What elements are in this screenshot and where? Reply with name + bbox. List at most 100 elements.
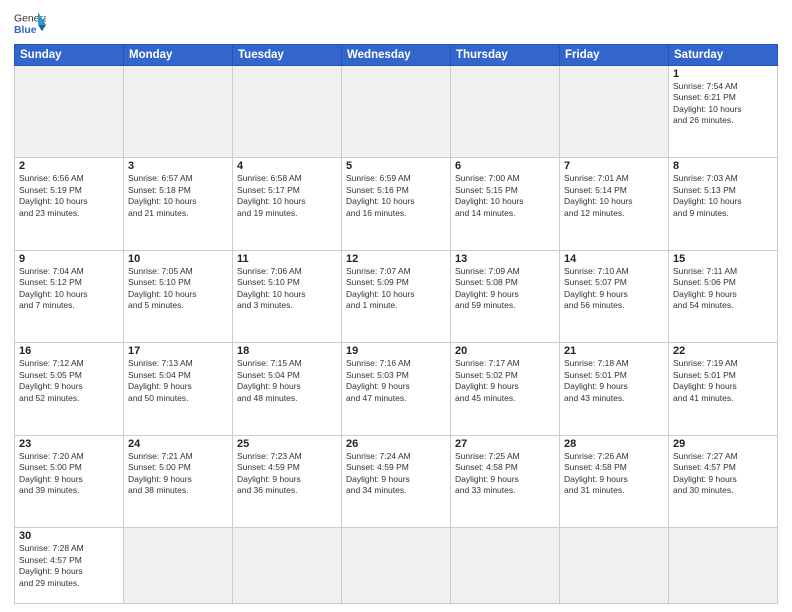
day-number: 27 bbox=[455, 438, 555, 450]
calendar-week-row: 9Sunrise: 7:04 AM Sunset: 5:12 PM Daylig… bbox=[15, 250, 778, 342]
day-number: 12 bbox=[346, 253, 446, 265]
calendar-day-cell bbox=[451, 66, 560, 158]
day-info: Sunrise: 6:57 AM Sunset: 5:18 PM Dayligh… bbox=[128, 173, 228, 219]
weekday-header-wednesday: Wednesday bbox=[342, 45, 451, 66]
day-info: Sunrise: 6:59 AM Sunset: 5:16 PM Dayligh… bbox=[346, 173, 446, 219]
calendar-day-cell: 26Sunrise: 7:24 AM Sunset: 4:59 PM Dayli… bbox=[342, 435, 451, 527]
day-info: Sunrise: 7:19 AM Sunset: 5:01 PM Dayligh… bbox=[673, 358, 773, 404]
day-number: 14 bbox=[564, 253, 664, 265]
day-number: 1 bbox=[673, 68, 773, 80]
calendar-day-cell bbox=[124, 528, 233, 604]
day-number: 17 bbox=[128, 345, 228, 357]
day-info: Sunrise: 7:16 AM Sunset: 5:03 PM Dayligh… bbox=[346, 358, 446, 404]
calendar-day-cell: 8Sunrise: 7:03 AM Sunset: 5:13 PM Daylig… bbox=[669, 158, 778, 250]
day-number: 21 bbox=[564, 345, 664, 357]
day-number: 2 bbox=[19, 160, 119, 172]
calendar-day-cell: 10Sunrise: 7:05 AM Sunset: 5:10 PM Dayli… bbox=[124, 250, 233, 342]
calendar-day-cell: 17Sunrise: 7:13 AM Sunset: 5:04 PM Dayli… bbox=[124, 343, 233, 435]
weekday-header-row: SundayMondayTuesdayWednesdayThursdayFrid… bbox=[15, 45, 778, 66]
generalblue-logo-icon: General Blue bbox=[14, 10, 46, 38]
weekday-header-sunday: Sunday bbox=[15, 45, 124, 66]
calendar-day-cell: 19Sunrise: 7:16 AM Sunset: 5:03 PM Dayli… bbox=[342, 343, 451, 435]
calendar-day-cell: 30Sunrise: 7:28 AM Sunset: 4:57 PM Dayli… bbox=[15, 528, 124, 604]
day-info: Sunrise: 7:26 AM Sunset: 4:58 PM Dayligh… bbox=[564, 451, 664, 497]
calendar-day-cell: 22Sunrise: 7:19 AM Sunset: 5:01 PM Dayli… bbox=[669, 343, 778, 435]
calendar-day-cell: 2Sunrise: 6:56 AM Sunset: 5:19 PM Daylig… bbox=[15, 158, 124, 250]
day-number: 3 bbox=[128, 160, 228, 172]
page: General Blue SundayMondayTuesdayWednesda… bbox=[0, 0, 792, 612]
calendar-day-cell: 23Sunrise: 7:20 AM Sunset: 5:00 PM Dayli… bbox=[15, 435, 124, 527]
calendar-day-cell bbox=[124, 66, 233, 158]
calendar-week-row: 2Sunrise: 6:56 AM Sunset: 5:19 PM Daylig… bbox=[15, 158, 778, 250]
calendar-day-cell: 28Sunrise: 7:26 AM Sunset: 4:58 PM Dayli… bbox=[560, 435, 669, 527]
calendar-day-cell bbox=[15, 66, 124, 158]
calendar-week-row: 23Sunrise: 7:20 AM Sunset: 5:00 PM Dayli… bbox=[15, 435, 778, 527]
calendar-day-cell: 15Sunrise: 7:11 AM Sunset: 5:06 PM Dayli… bbox=[669, 250, 778, 342]
day-info: Sunrise: 7:25 AM Sunset: 4:58 PM Dayligh… bbox=[455, 451, 555, 497]
day-number: 20 bbox=[455, 345, 555, 357]
day-info: Sunrise: 7:17 AM Sunset: 5:02 PM Dayligh… bbox=[455, 358, 555, 404]
calendar-day-cell: 6Sunrise: 7:00 AM Sunset: 5:15 PM Daylig… bbox=[451, 158, 560, 250]
day-number: 4 bbox=[237, 160, 337, 172]
calendar-day-cell: 24Sunrise: 7:21 AM Sunset: 5:00 PM Dayli… bbox=[124, 435, 233, 527]
calendar-day-cell bbox=[560, 66, 669, 158]
day-info: Sunrise: 7:00 AM Sunset: 5:15 PM Dayligh… bbox=[455, 173, 555, 219]
calendar-day-cell: 7Sunrise: 7:01 AM Sunset: 5:14 PM Daylig… bbox=[560, 158, 669, 250]
day-number: 29 bbox=[673, 438, 773, 450]
day-number: 30 bbox=[19, 530, 119, 542]
calendar-day-cell bbox=[233, 528, 342, 604]
day-info: Sunrise: 7:13 AM Sunset: 5:04 PM Dayligh… bbox=[128, 358, 228, 404]
day-number: 26 bbox=[346, 438, 446, 450]
day-number: 7 bbox=[564, 160, 664, 172]
calendar-day-cell: 29Sunrise: 7:27 AM Sunset: 4:57 PM Dayli… bbox=[669, 435, 778, 527]
day-number: 24 bbox=[128, 438, 228, 450]
day-number: 9 bbox=[19, 253, 119, 265]
weekday-header-thursday: Thursday bbox=[451, 45, 560, 66]
logo-area: General Blue bbox=[14, 10, 46, 38]
day-info: Sunrise: 7:21 AM Sunset: 5:00 PM Dayligh… bbox=[128, 451, 228, 497]
calendar-day-cell: 11Sunrise: 7:06 AM Sunset: 5:10 PM Dayli… bbox=[233, 250, 342, 342]
calendar-day-cell bbox=[342, 66, 451, 158]
day-number: 18 bbox=[237, 345, 337, 357]
calendar-day-cell bbox=[342, 528, 451, 604]
calendar-day-cell: 18Sunrise: 7:15 AM Sunset: 5:04 PM Dayli… bbox=[233, 343, 342, 435]
header: General Blue bbox=[14, 10, 778, 38]
day-info: Sunrise: 7:18 AM Sunset: 5:01 PM Dayligh… bbox=[564, 358, 664, 404]
calendar-day-cell: 14Sunrise: 7:10 AM Sunset: 5:07 PM Dayli… bbox=[560, 250, 669, 342]
day-number: 28 bbox=[564, 438, 664, 450]
day-info: Sunrise: 6:58 AM Sunset: 5:17 PM Dayligh… bbox=[237, 173, 337, 219]
day-info: Sunrise: 7:20 AM Sunset: 5:00 PM Dayligh… bbox=[19, 451, 119, 497]
day-number: 5 bbox=[346, 160, 446, 172]
calendar-day-cell: 1Sunrise: 7:54 AM Sunset: 6:21 PM Daylig… bbox=[669, 66, 778, 158]
calendar-day-cell bbox=[560, 528, 669, 604]
day-number: 13 bbox=[455, 253, 555, 265]
calendar-day-cell: 20Sunrise: 7:17 AM Sunset: 5:02 PM Dayli… bbox=[451, 343, 560, 435]
calendar-table: SundayMondayTuesdayWednesdayThursdayFrid… bbox=[14, 44, 778, 604]
day-number: 8 bbox=[673, 160, 773, 172]
svg-text:Blue: Blue bbox=[14, 25, 37, 36]
day-number: 15 bbox=[673, 253, 773, 265]
calendar-day-cell: 9Sunrise: 7:04 AM Sunset: 5:12 PM Daylig… bbox=[15, 250, 124, 342]
calendar-day-cell bbox=[669, 528, 778, 604]
day-info: Sunrise: 7:09 AM Sunset: 5:08 PM Dayligh… bbox=[455, 266, 555, 312]
day-info: Sunrise: 7:10 AM Sunset: 5:07 PM Dayligh… bbox=[564, 266, 664, 312]
day-number: 11 bbox=[237, 253, 337, 265]
day-info: Sunrise: 7:06 AM Sunset: 5:10 PM Dayligh… bbox=[237, 266, 337, 312]
day-info: Sunrise: 7:28 AM Sunset: 4:57 PM Dayligh… bbox=[19, 543, 119, 589]
calendar-day-cell: 5Sunrise: 6:59 AM Sunset: 5:16 PM Daylig… bbox=[342, 158, 451, 250]
day-info: Sunrise: 7:01 AM Sunset: 5:14 PM Dayligh… bbox=[564, 173, 664, 219]
day-info: Sunrise: 7:15 AM Sunset: 5:04 PM Dayligh… bbox=[237, 358, 337, 404]
day-info: Sunrise: 7:54 AM Sunset: 6:21 PM Dayligh… bbox=[673, 81, 773, 127]
calendar-day-cell bbox=[233, 66, 342, 158]
day-info: Sunrise: 7:23 AM Sunset: 4:59 PM Dayligh… bbox=[237, 451, 337, 497]
calendar-day-cell: 4Sunrise: 6:58 AM Sunset: 5:17 PM Daylig… bbox=[233, 158, 342, 250]
day-number: 25 bbox=[237, 438, 337, 450]
day-info: Sunrise: 6:56 AM Sunset: 5:19 PM Dayligh… bbox=[19, 173, 119, 219]
day-info: Sunrise: 7:11 AM Sunset: 5:06 PM Dayligh… bbox=[673, 266, 773, 312]
weekday-header-monday: Monday bbox=[124, 45, 233, 66]
day-number: 6 bbox=[455, 160, 555, 172]
day-info: Sunrise: 7:03 AM Sunset: 5:13 PM Dayligh… bbox=[673, 173, 773, 219]
day-number: 23 bbox=[19, 438, 119, 450]
calendar-week-row: 16Sunrise: 7:12 AM Sunset: 5:05 PM Dayli… bbox=[15, 343, 778, 435]
calendar-day-cell: 25Sunrise: 7:23 AM Sunset: 4:59 PM Dayli… bbox=[233, 435, 342, 527]
